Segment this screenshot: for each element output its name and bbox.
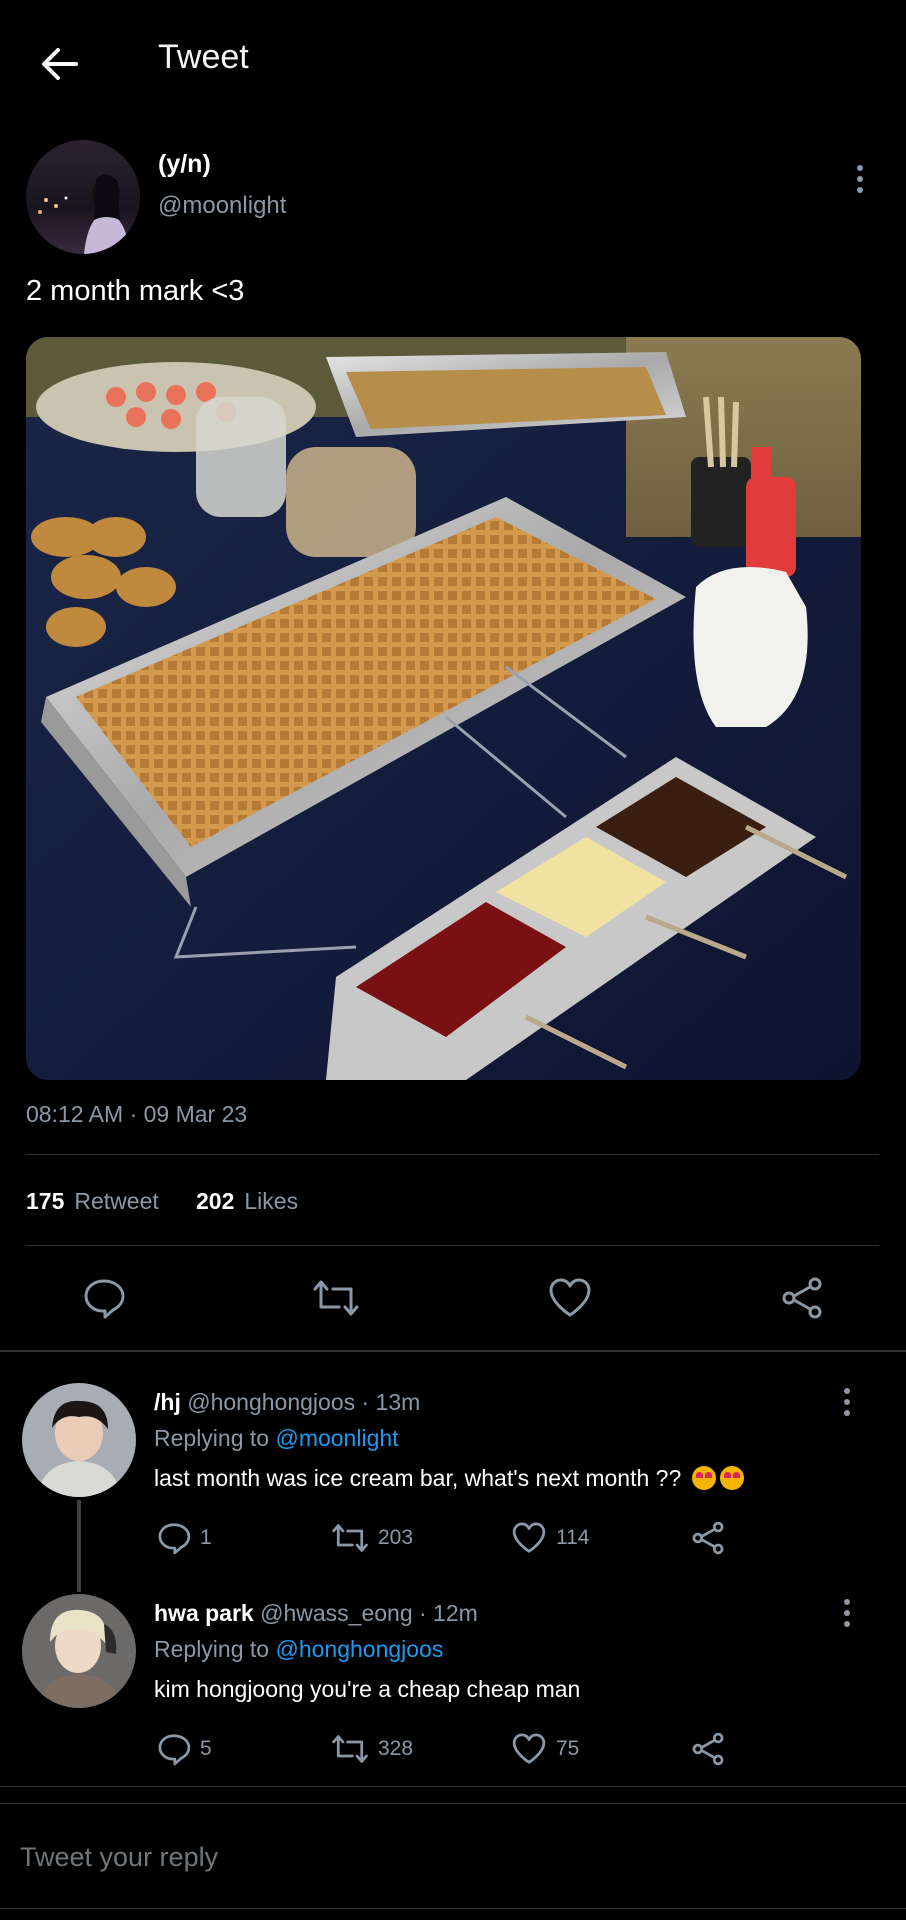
reply-avatar[interactable] xyxy=(22,1594,136,1708)
like-button[interactable] xyxy=(540,1268,600,1328)
more-options-icon xyxy=(844,1599,850,1605)
reply-reply-button[interactable]: 5 xyxy=(156,1731,212,1767)
page-title: Tweet xyxy=(158,38,249,76)
reply-header: hwa park @hwass_eong · 12m xyxy=(154,1600,478,1627)
reply-count: 1 xyxy=(200,1526,212,1549)
retweet-count: 175 xyxy=(26,1188,65,1214)
more-options-icon xyxy=(857,165,863,171)
author-avatar[interactable] xyxy=(26,140,140,254)
arrow-left-icon xyxy=(42,48,78,80)
star-struck-emoji-icon xyxy=(691,1466,716,1490)
reply-text: kim hongjoong you're a cheap cheap man xyxy=(154,1676,581,1702)
heart-icon xyxy=(512,1522,546,1553)
reply-handle-time[interactable]: @honghongjoos · 13m xyxy=(187,1389,420,1415)
section-separator xyxy=(0,1350,906,1352)
divider xyxy=(0,1908,906,1909)
retweet-icon xyxy=(332,1735,368,1763)
replying-to-link[interactable]: @honghongjoos xyxy=(275,1636,443,1662)
reply-more-options-button[interactable] xyxy=(832,1591,862,1635)
more-options-button[interactable] xyxy=(845,157,875,201)
reply-share-button[interactable] xyxy=(690,1520,726,1556)
author-handle[interactable]: @moonlight xyxy=(158,192,286,220)
divider xyxy=(0,1803,906,1804)
likes-label: Likes xyxy=(244,1188,299,1214)
heart-icon xyxy=(512,1733,546,1764)
divider xyxy=(26,1245,879,1246)
tweet-timestamp: 08:12 AM · 09 Mar 23 xyxy=(26,1101,248,1127)
reply-retweet-button[interactable]: 328 xyxy=(330,1731,413,1767)
more-options-icon xyxy=(844,1388,850,1394)
retweet-button[interactable] xyxy=(306,1268,366,1328)
heart-icon xyxy=(549,1278,591,1317)
reply-share-button[interactable] xyxy=(690,1731,726,1767)
divider xyxy=(26,1154,879,1155)
reply-display-name[interactable]: hwa park xyxy=(154,1600,254,1626)
share-icon xyxy=(782,1277,822,1319)
reply-retweet-button[interactable]: 203 xyxy=(330,1520,413,1556)
replying-to: Replying to @honghongjoos xyxy=(154,1636,444,1662)
retweet-icon xyxy=(313,1280,359,1316)
replying-to: Replying to @moonlight xyxy=(154,1425,399,1451)
share-icon xyxy=(692,1732,724,1766)
replying-to-link[interactable]: @moonlight xyxy=(275,1425,398,1451)
reply-button[interactable] xyxy=(74,1268,134,1328)
reply-like-button[interactable]: 75 xyxy=(510,1731,579,1767)
share-icon xyxy=(692,1521,724,1555)
reply-avatar[interactable] xyxy=(22,1383,136,1497)
reply-like-button[interactable]: 114 xyxy=(510,1520,589,1556)
author-display-name[interactable]: (y/n) xyxy=(158,150,211,179)
divider xyxy=(0,1786,906,1787)
like-count: 114 xyxy=(556,1526,590,1549)
reply-input[interactable] xyxy=(18,1832,882,1882)
reply-icon xyxy=(158,1734,191,1766)
like-count: 75 xyxy=(556,1737,580,1760)
reply-more-options-button[interactable] xyxy=(832,1380,862,1424)
retweet-count: 328 xyxy=(378,1737,414,1760)
back-button[interactable] xyxy=(36,40,84,88)
reply-display-name[interactable]: /hj xyxy=(154,1389,181,1415)
thread-line xyxy=(77,1500,81,1592)
retweet-count: 203 xyxy=(378,1526,414,1549)
retweet-icon xyxy=(332,1524,368,1552)
tweet-image[interactable] xyxy=(26,337,861,1080)
reply-icon xyxy=(84,1279,125,1319)
reply-icon xyxy=(158,1523,191,1555)
likes-count: 202 xyxy=(196,1188,235,1214)
reply-count: 5 xyxy=(200,1737,212,1760)
reply-handle-time[interactable]: @hwass_eong · 12m xyxy=(260,1600,478,1626)
retweet-stat[interactable]: 175 Retweet xyxy=(26,1188,159,1215)
reply-reply-button[interactable]: 1 xyxy=(156,1520,212,1556)
likes-stat[interactable]: 202 Likes xyxy=(196,1188,298,1215)
retweet-label: Retweet xyxy=(74,1188,159,1214)
star-struck-emoji-icon xyxy=(719,1466,744,1490)
share-button[interactable] xyxy=(772,1268,832,1328)
tweet-text: 2 month mark <3 xyxy=(26,275,245,307)
reply-header: /hj @honghongjoos · 13m xyxy=(154,1389,420,1416)
reply-text: last month was ice cream bar, what's nex… xyxy=(154,1465,744,1492)
